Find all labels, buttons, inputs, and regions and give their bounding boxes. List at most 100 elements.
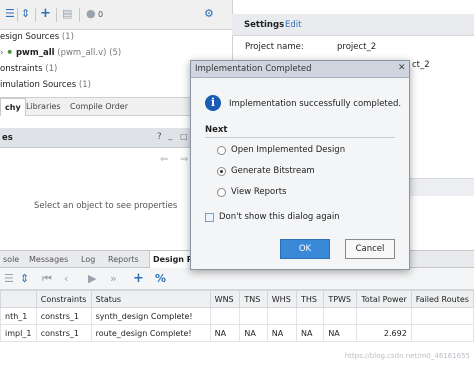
tree-item-constraints[interactable]: onstraints (1)	[0, 64, 57, 74]
properties-empty-message: Select an object to see properties	[34, 201, 178, 211]
run-ths	[295, 307, 325, 325]
previous-icon[interactable]: ‹	[64, 272, 68, 286]
project-name-label: Project name:	[245, 42, 304, 52]
radio-generate-bitstream[interactable]	[217, 167, 226, 176]
table-row[interactable]: nth_1 constrs_1 synth_design Complete!	[0, 307, 474, 325]
column-header-failed-routes[interactable]: Failed Routes	[410, 290, 474, 308]
tree-item-count: (1)	[78, 80, 91, 90]
toolbar-separator	[79, 8, 80, 22]
help-icon[interactable]: ?	[157, 132, 162, 142]
toolbar-separator	[35, 8, 36, 22]
module-icon: ⚫	[6, 48, 14, 58]
expand-collapse-icon[interactable]: ⇕	[21, 7, 30, 21]
restore-icon[interactable]: ▢	[180, 132, 188, 141]
column-header-whs[interactable]: WHS	[266, 290, 297, 308]
tree-item-simulation-sources[interactable]: imulation Sources (1)	[0, 80, 91, 90]
column-header-tpws[interactable]: TPWS	[323, 290, 358, 308]
edit-link[interactable]: Edit	[285, 20, 301, 30]
expand-collapse-icon[interactable]: ⇕	[20, 272, 29, 286]
tree-item-pwm-all[interactable]: › ⚫ pwm_all (pwm_all.v) (5)	[0, 48, 121, 58]
next-section-label: Next	[205, 125, 228, 135]
tab-reports[interactable]: Reports	[105, 251, 142, 268]
close-icon[interactable]: ✕	[398, 63, 406, 73]
table-row[interactable]: impl_1 constrs_1 route_design Complete! …	[0, 324, 474, 342]
ok-button[interactable]: OK	[280, 239, 330, 259]
panel-title: es	[2, 133, 13, 143]
run-wns: NA	[209, 324, 241, 342]
collapse-all-icon[interactable]: ☰	[4, 272, 14, 286]
column-header-status[interactable]: Status	[90, 290, 211, 308]
column-header-constraints[interactable]: Constraints	[35, 290, 92, 308]
next-icon[interactable]: »	[110, 272, 117, 286]
radio-open-implemented-design[interactable]	[217, 146, 226, 155]
tree-item-count: (1)	[45, 64, 58, 74]
tab-libraries[interactable]: Libraries	[22, 98, 65, 116]
column-header-tns[interactable]: TNS	[239, 290, 268, 308]
dialog-message: Implementation successfully completed.	[229, 99, 402, 109]
run-status: synth_design Complete!	[90, 307, 211, 325]
cancel-button[interactable]: Cancel	[345, 239, 395, 259]
dont-show-checkbox[interactable]	[205, 213, 214, 222]
tree-item-count: (1)	[61, 32, 74, 42]
collapse-all-icon[interactable]: ☰	[5, 7, 15, 21]
tab-log[interactable]: Log	[78, 251, 98, 268]
dialog-title: Implementation Completed	[191, 61, 409, 78]
radio-view-reports[interactable]	[217, 188, 226, 197]
status-circle-icon: ●	[86, 7, 96, 20]
run-icon[interactable]: ▶	[88, 272, 96, 286]
forward-arrow-icon[interactable]: ⇒	[180, 154, 188, 165]
run-tpws: NA	[323, 324, 358, 342]
project-name-value: project_2	[337, 42, 377, 52]
implementation-completed-dialog: Implementation Completed ✕ i Implementat…	[190, 60, 410, 270]
project-location-value: ct_2	[412, 60, 430, 70]
dont-show-label[interactable]: Don't show this dialog again	[219, 212, 340, 222]
file-properties-icon[interactable]: ▤	[62, 7, 72, 21]
run-constraints: constrs_1	[35, 324, 92, 342]
run-constraints: constrs_1	[35, 307, 92, 325]
summary-section-bar	[410, 178, 474, 196]
sources-toolbar: ☰ ⇕ + ▤ ● 0 ⚙	[0, 0, 232, 30]
section-divider	[205, 137, 395, 138]
status-count: 0	[98, 10, 104, 19]
expand-chevron-icon[interactable]: ›	[0, 48, 3, 58]
percent-icon[interactable]: %	[155, 272, 166, 286]
table-header-row: Constraints Status WNS TNS WHS THS TPWS …	[0, 290, 474, 308]
minimize-icon[interactable]: _	[168, 131, 173, 141]
settings-title: Settings	[244, 20, 285, 30]
design-runs-toolbar: ☰ ⇕ ⏮ ‹ ▶ » + %	[0, 268, 474, 290]
tree-item-design-sources[interactable]: esign Sources (1)	[0, 32, 74, 42]
run-ths: NA	[295, 324, 325, 342]
back-arrow-icon[interactable]: ⇐	[160, 154, 168, 165]
option-label-open-implemented-design[interactable]: Open Implemented Design	[231, 145, 345, 155]
column-header-total-power[interactable]: Total Power	[356, 290, 412, 308]
run-whs	[266, 307, 297, 325]
first-page-icon[interactable]: ⏮	[42, 272, 52, 286]
tab-messages[interactable]: Messages	[26, 251, 71, 268]
column-header-name[interactable]	[0, 290, 37, 308]
tree-item-label: imulation Sources	[0, 80, 77, 90]
run-tns: NA	[239, 324, 268, 342]
design-runs-table: Constraints Status WNS TNS WHS THS TPWS …	[0, 290, 474, 342]
run-total-power	[356, 307, 412, 325]
run-wns	[209, 307, 241, 325]
option-label-generate-bitstream[interactable]: Generate Bitstream	[231, 166, 315, 176]
settings-gear-icon[interactable]: ⚙	[204, 7, 214, 21]
add-run-icon[interactable]: +	[133, 272, 144, 286]
run-tns	[239, 307, 268, 325]
option-label-view-reports[interactable]: View Reports	[231, 187, 286, 197]
add-sources-icon[interactable]: +	[40, 7, 51, 21]
run-failed-routes	[410, 307, 474, 325]
info-icon: i	[205, 95, 221, 111]
watermark-text: https://blog.csdn.net/m0_46161655	[344, 352, 470, 360]
properties-panel-header: es ? _ ▢	[0, 128, 196, 148]
column-header-ths[interactable]: THS	[295, 290, 325, 308]
tab-tcl-console[interactable]: sole	[0, 251, 22, 268]
module-file: (pwm_all.v) (5)	[57, 48, 122, 58]
tab-compile-order[interactable]: Compile Order	[66, 98, 132, 116]
tree-item-label: onstraints	[0, 64, 43, 74]
column-header-wns[interactable]: WNS	[209, 290, 241, 308]
toolbar-separator	[17, 8, 18, 22]
toolbar-separator	[56, 8, 57, 22]
settings-header: Settings Edit	[232, 14, 474, 36]
tree-item-label: esign Sources	[0, 32, 60, 42]
